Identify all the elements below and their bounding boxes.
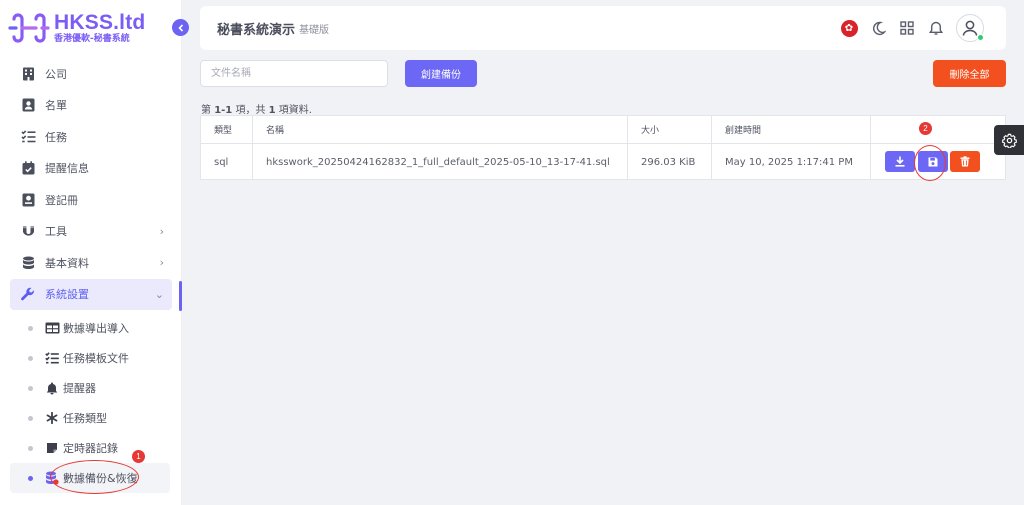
sidebar-item-tools[interactable]: 工具 › — [0, 216, 182, 248]
backup-table: 類型 名稱 大小 創建時間 sql hksswork_2025042416283… — [200, 115, 1006, 180]
sidebar-item-company[interactable]: 公司 — [0, 58, 182, 90]
cell-name: hksswork_20250424162832_1_full_default_2… — [253, 144, 628, 180]
sidebar-item-label: 工具 — [45, 225, 67, 239]
theme-settings-button[interactable] — [994, 125, 1024, 155]
create-backup-button[interactable]: 創建備份 — [405, 60, 477, 87]
sidebar-subitem-reminder[interactable]: 提醒器 — [0, 373, 182, 403]
dark-mode-moon-icon[interactable] — [869, 19, 887, 37]
sidebar-subitem-label: 數據導出導入 — [63, 322, 129, 335]
column-header-actions — [871, 116, 1005, 143]
brand-name: HKSS.ltd — [54, 11, 146, 34]
contact-card-icon — [20, 97, 36, 113]
trash-icon — [960, 156, 970, 167]
sidebar-subitem-timer-records[interactable]: 定時器記錄 — [0, 433, 182, 463]
sidebar-subitem-task-types[interactable]: 任務類型 — [0, 403, 182, 433]
sidebar-item-system-settings[interactable]: 系統設置 ⌄ — [10, 278, 172, 310]
sidebar-item-tasks[interactable]: 任務 — [0, 121, 182, 153]
sidebar-subitem-task-templates[interactable]: 任務模板文件 — [0, 343, 182, 373]
sidebar-menu: 公司 名單 任務 提醒信息 登記冊 工具 › 基本資料 › 系統設置 ⌄ — [0, 58, 182, 310]
bullet-dot — [28, 415, 33, 421]
logo-icon — [8, 13, 50, 43]
brand-logo[interactable]: HKSS.ltd 香港優軟-秘書系統 — [8, 10, 145, 46]
sidebar-item-basic-data[interactable]: 基本資料 › — [0, 247, 182, 279]
cell-created: May 10, 2025 1:17:41 PM — [712, 144, 871, 180]
active-indicator — [179, 281, 182, 311]
asterisk-icon — [44, 411, 60, 425]
chevron-down-icon: ⌄ — [154, 287, 164, 301]
bell-icon — [44, 381, 60, 395]
sidebar-item-label: 基本資料 — [45, 256, 89, 270]
annotation-badge-1: 1 — [132, 450, 145, 463]
sidebar-item-contacts[interactable]: 名單 — [0, 90, 182, 122]
sidebar-subitem-label: 提醒器 — [63, 382, 96, 395]
sidebar-subitem-label: 任務類型 — [63, 412, 107, 425]
download-backup-button[interactable] — [885, 151, 915, 172]
sidebar-subitem-data-backup-restore[interactable]: 數據備份&恢復 — [10, 463, 170, 493]
sidebar: HKSS.ltd 香港優軟-秘書系統 公司 名單 任務 提醒信息 登記冊 工具 … — [0, 0, 182, 505]
top-header: 秘書系統演示 基礎版 ✿ — [200, 6, 1006, 50]
sidebar-collapse-button[interactable] — [172, 19, 189, 36]
sidebar-subitem-data-export-import[interactable]: 數據導出導入 — [0, 313, 182, 343]
sidebar-item-register[interactable]: 登記冊 — [0, 184, 182, 216]
column-header-name[interactable]: 名稱 — [253, 116, 628, 143]
delete-backup-button[interactable] — [950, 151, 980, 172]
column-header-size[interactable]: 大小 — [628, 116, 712, 143]
bullet-dot — [28, 475, 33, 481]
save-floppy-icon — [928, 157, 938, 166]
bullet-dot — [28, 325, 33, 331]
chevron-left-icon — [177, 23, 183, 32]
sidebar-submenu: 數據導出導入 任務模板文件 提醒器 任務類型 定時器記錄 數據備份&恢復 — [0, 313, 182, 493]
checklist-icon — [44, 351, 60, 365]
checklist-icon — [20, 129, 36, 145]
filename-search-input[interactable] — [200, 60, 388, 87]
sidebar-item-label: 公司 — [45, 67, 67, 81]
chevron-right-icon: › — [159, 256, 164, 270]
download-icon — [895, 156, 905, 167]
chevron-right-icon: › — [159, 224, 164, 238]
restore-backup-button[interactable] — [918, 151, 948, 172]
sidebar-subitem-label: 數據備份&恢復 — [63, 472, 138, 485]
table-row: sql hksswork_20250424162832_1_full_defau… — [201, 144, 1005, 180]
language-hk-flag-icon[interactable]: ✿ — [840, 19, 858, 37]
building-icon — [20, 66, 36, 82]
table-header: 類型 名稱 大小 創建時間 — [201, 116, 1005, 144]
table-icon — [44, 321, 60, 335]
cell-size: 296.03 KiB — [628, 144, 712, 180]
column-header-type[interactable]: 類型 — [201, 116, 253, 143]
sticky-note-icon — [44, 441, 60, 455]
gear-icon — [1001, 133, 1017, 148]
user-icon — [962, 20, 978, 36]
user-avatar[interactable] — [956, 14, 984, 42]
bullet-dot — [28, 385, 33, 391]
page-title: 秘書系統演示 — [217, 22, 296, 38]
delete-all-button[interactable]: 刪除全部 — [933, 60, 1006, 87]
sidebar-item-label: 登記冊 — [45, 193, 78, 207]
bullet-dot — [28, 445, 33, 451]
sidebar-item-reminders[interactable]: 提醒信息 — [0, 153, 182, 185]
sidebar-subitem-label: 任務模板文件 — [63, 352, 129, 365]
edition-label: 基礎版 — [299, 24, 330, 36]
bullet-dot — [28, 355, 33, 361]
pagination-summary: 第 1-1 項，共 1 項資料. — [201, 101, 312, 116]
sidebar-item-label: 名單 — [45, 99, 67, 113]
wrench-icon — [20, 286, 36, 302]
apps-grid-icon[interactable] — [898, 19, 916, 37]
column-header-created[interactable]: 創建時間 — [712, 116, 871, 143]
register-icon — [20, 192, 36, 208]
sidebar-item-label: 系統設置 — [45, 288, 89, 302]
brand-subtitle: 香港優軟-秘書系統 — [54, 34, 130, 44]
sidebar-item-label: 提醒信息 — [45, 162, 89, 176]
sidebar-subitem-label: 定時器記錄 — [63, 442, 118, 455]
database-icon — [20, 255, 36, 271]
database-restore-icon — [44, 471, 60, 485]
cell-type: sql — [201, 144, 253, 180]
annotation-badge-2: 2 — [919, 122, 932, 135]
magnet-icon — [20, 223, 36, 239]
sidebar-item-label: 任務 — [45, 130, 67, 144]
calendar-check-icon — [20, 160, 36, 176]
online-status-dot — [977, 34, 984, 41]
notification-bell-icon[interactable] — [927, 19, 945, 37]
